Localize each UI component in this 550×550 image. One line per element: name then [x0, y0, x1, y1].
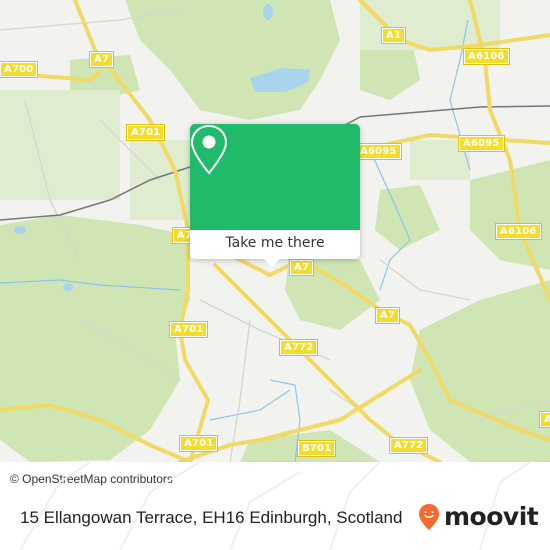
address-text: 15 Ellangowan Terrace, EH16 Edinburgh, S…: [20, 508, 403, 527]
road-shield-a6106: A6106: [463, 48, 510, 65]
road-shield-a6095: A6095: [458, 135, 505, 152]
road-shield-a7: A7: [538, 411, 550, 428]
road-shield-a6106: A6106: [495, 223, 542, 240]
popup-pointer: [264, 259, 280, 267]
road-shield-b701: B701: [296, 440, 337, 457]
road-shield-a772: A772: [278, 339, 319, 356]
road-shield-a772: A772: [388, 437, 429, 454]
road-shield-a7: A7: [88, 51, 115, 68]
road-shield-a701: A701: [178, 435, 219, 452]
road-shield-a1: A1: [380, 27, 407, 44]
road-shield-a700: A700: [0, 61, 39, 78]
road-shield-a7: A7: [374, 307, 401, 324]
moovit-pin-icon: [419, 504, 439, 530]
moovit-wordmark: moovit: [444, 502, 539, 531]
moovit-logo[interactable]: moovit: [418, 502, 539, 531]
popup-header: [190, 124, 360, 230]
road-shield-a6095: A6095: [355, 143, 402, 160]
road-shield-a701: A701: [125, 124, 166, 141]
take-me-there-button[interactable]: Take me there: [190, 230, 360, 259]
location-popup: Take me there: [190, 124, 360, 267]
road-shield-a7: A7: [288, 259, 315, 276]
road-shield-a701: A701: [168, 321, 209, 338]
map[interactable]: A7 A700 A1 A6106 A701 A6095 A6095 A7 A61…: [0, 0, 550, 462]
location-pin-icon: [190, 124, 228, 175]
